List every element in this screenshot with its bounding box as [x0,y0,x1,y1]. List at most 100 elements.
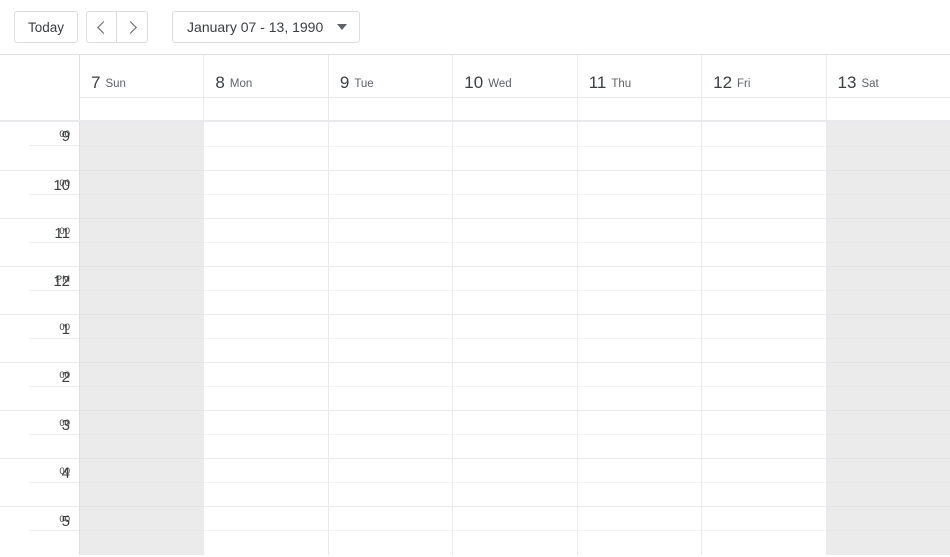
time-slot[interactable] [453,242,577,266]
time-slot[interactable] [80,146,204,170]
time-slot[interactable] [328,218,453,242]
time-slot[interactable] [453,530,577,554]
time-slot[interactable] [328,290,453,314]
time-slot[interactable] [328,170,453,194]
time-slot[interactable] [577,338,702,362]
time-slot[interactable] [826,290,950,314]
time-slot[interactable] [577,434,702,458]
time-slot[interactable] [702,410,826,434]
time-slot[interactable] [453,122,576,146]
day-header-fri[interactable]: 12 Fri [702,55,827,97]
time-slot[interactable] [328,314,453,338]
time-slot[interactable] [328,506,453,530]
time-slot[interactable] [204,506,328,530]
day-column-tue[interactable] [328,122,454,555]
time-slot[interactable] [329,122,452,146]
time-slot[interactable] [453,314,577,338]
day-header-wed[interactable]: 10 Wed [453,55,578,97]
time-slot[interactable] [577,266,702,290]
time-slot[interactable] [826,170,950,194]
time-slot[interactable] [80,458,204,482]
time-slot[interactable] [826,386,950,410]
time-slot[interactable] [826,218,950,242]
time-slot[interactable] [328,458,453,482]
time-slot[interactable] [577,362,702,386]
time-slot[interactable] [328,266,453,290]
time-slot[interactable] [577,530,702,554]
time-slot[interactable] [328,362,453,386]
time-slot[interactable] [80,362,204,386]
time-slot[interactable] [328,338,453,362]
time-slot[interactable] [204,122,327,146]
time-slot[interactable] [204,314,328,338]
time-slot[interactable] [453,218,577,242]
time-slot[interactable] [577,506,702,530]
today-button[interactable]: Today [14,11,79,43]
time-slot[interactable] [453,458,577,482]
time-slot[interactable] [702,458,826,482]
time-slot[interactable] [702,362,826,386]
time-slot[interactable] [577,314,702,338]
time-slot[interactable] [204,482,328,506]
day-column-sun[interactable] [80,122,205,555]
time-slot[interactable] [453,194,577,218]
time-slot[interactable] [702,434,826,458]
previous-week-button[interactable] [86,11,118,43]
time-slot[interactable] [826,362,950,386]
time-slot[interactable] [328,386,453,410]
time-slot[interactable] [80,530,204,554]
time-slot[interactable] [826,314,950,338]
time-slot[interactable] [453,170,577,194]
all-day-cell-thu[interactable] [577,97,703,120]
day-column-wed[interactable] [453,122,578,555]
time-slot[interactable] [80,314,204,338]
time-slot[interactable] [80,122,203,146]
day-header-sun[interactable]: 7 Sun [80,55,205,97]
time-slot[interactable] [826,146,950,170]
day-header-thu[interactable]: 11 Thu [577,55,703,97]
time-slot[interactable] [826,410,950,434]
time-slot[interactable] [702,338,826,362]
time-slot[interactable] [204,530,328,554]
time-slot[interactable] [826,242,950,266]
time-slot[interactable] [702,170,826,194]
day-header-mon[interactable]: 8 Mon [204,55,329,97]
time-slot[interactable] [328,434,453,458]
time-slot[interactable] [826,266,950,290]
time-slot[interactable] [80,434,204,458]
all-day-cell-wed[interactable] [453,97,578,120]
all-day-cell-tue[interactable] [328,97,454,120]
time-slot[interactable] [80,506,204,530]
time-slot[interactable] [80,242,204,266]
all-day-cell-fri[interactable] [702,97,827,120]
time-slot[interactable] [204,458,328,482]
time-slot[interactable] [80,290,204,314]
time-slot[interactable] [826,338,950,362]
time-slot[interactable] [453,482,577,506]
day-column-mon[interactable] [204,122,329,555]
time-slot[interactable] [826,194,950,218]
time-slot[interactable] [80,194,204,218]
time-slot[interactable] [702,482,826,506]
next-week-button[interactable] [117,11,149,43]
time-slot[interactable] [702,146,826,170]
time-slot[interactable] [80,338,204,362]
time-slot[interactable] [204,410,328,434]
time-slot[interactable] [204,170,328,194]
time-slot[interactable] [204,338,328,362]
time-slot[interactable] [80,266,204,290]
time-slot[interactable] [453,290,577,314]
all-day-cell-mon[interactable] [204,97,329,120]
time-slot[interactable] [577,146,702,170]
time-slot[interactable] [204,194,328,218]
time-slot[interactable] [328,194,453,218]
time-slot[interactable] [328,482,453,506]
day-column-sat[interactable] [826,122,950,555]
time-slot[interactable] [702,386,826,410]
time-slot[interactable] [826,458,950,482]
time-slot[interactable] [80,482,204,506]
day-column-thu[interactable] [577,122,703,555]
time-slot[interactable] [204,218,328,242]
time-slot[interactable] [702,530,826,554]
time-slot[interactable] [577,410,702,434]
